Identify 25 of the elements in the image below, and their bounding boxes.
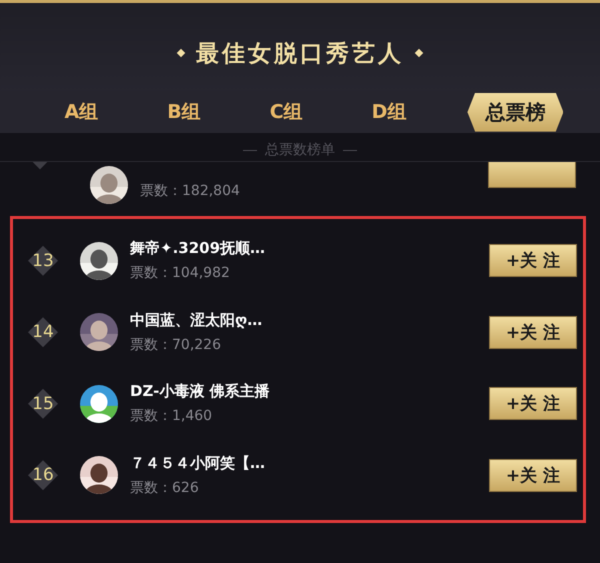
user-name: DZ-小毒液 佛系主播	[130, 382, 271, 402]
vote-count: 票数：626	[130, 478, 200, 497]
page-title: 最佳女脱口秀艺人	[196, 40, 404, 69]
rank-badge: 14	[28, 317, 58, 348]
tab[interactable]: D组	[364, 95, 414, 130]
follow-button[interactable]: +关 注	[489, 244, 577, 278]
user-name: 中国蓝、涩太阳ღ…	[130, 310, 264, 330]
tab[interactable]: C组	[262, 95, 311, 130]
user-name: 舞帝✦.3209抚顺…	[130, 239, 266, 258]
vote-count: 票数：70,226	[130, 336, 222, 354]
vote-count: 票数：1,460	[130, 407, 214, 426]
rank-badge: 15	[28, 388, 58, 419]
rank-badge: 13	[28, 246, 58, 276]
list-title: 总票数榜单	[265, 141, 335, 159]
user-name: ７４５４小阿笑【…	[130, 454, 266, 473]
follow-button[interactable]: +关 注	[489, 387, 577, 420]
follow-button[interactable]	[488, 162, 576, 188]
rank-badge: 16	[28, 460, 58, 490]
vote-count: 票数：104,982	[130, 264, 231, 282]
tab[interactable]: 总票榜	[467, 92, 564, 132]
vote-count: 票数：182,804	[140, 182, 240, 200]
tab[interactable]: A组	[56, 95, 106, 130]
follow-button[interactable]: +关 注	[489, 316, 577, 349]
follow-button[interactable]: +关 注	[489, 458, 577, 492]
tab[interactable]: B组	[159, 95, 209, 130]
